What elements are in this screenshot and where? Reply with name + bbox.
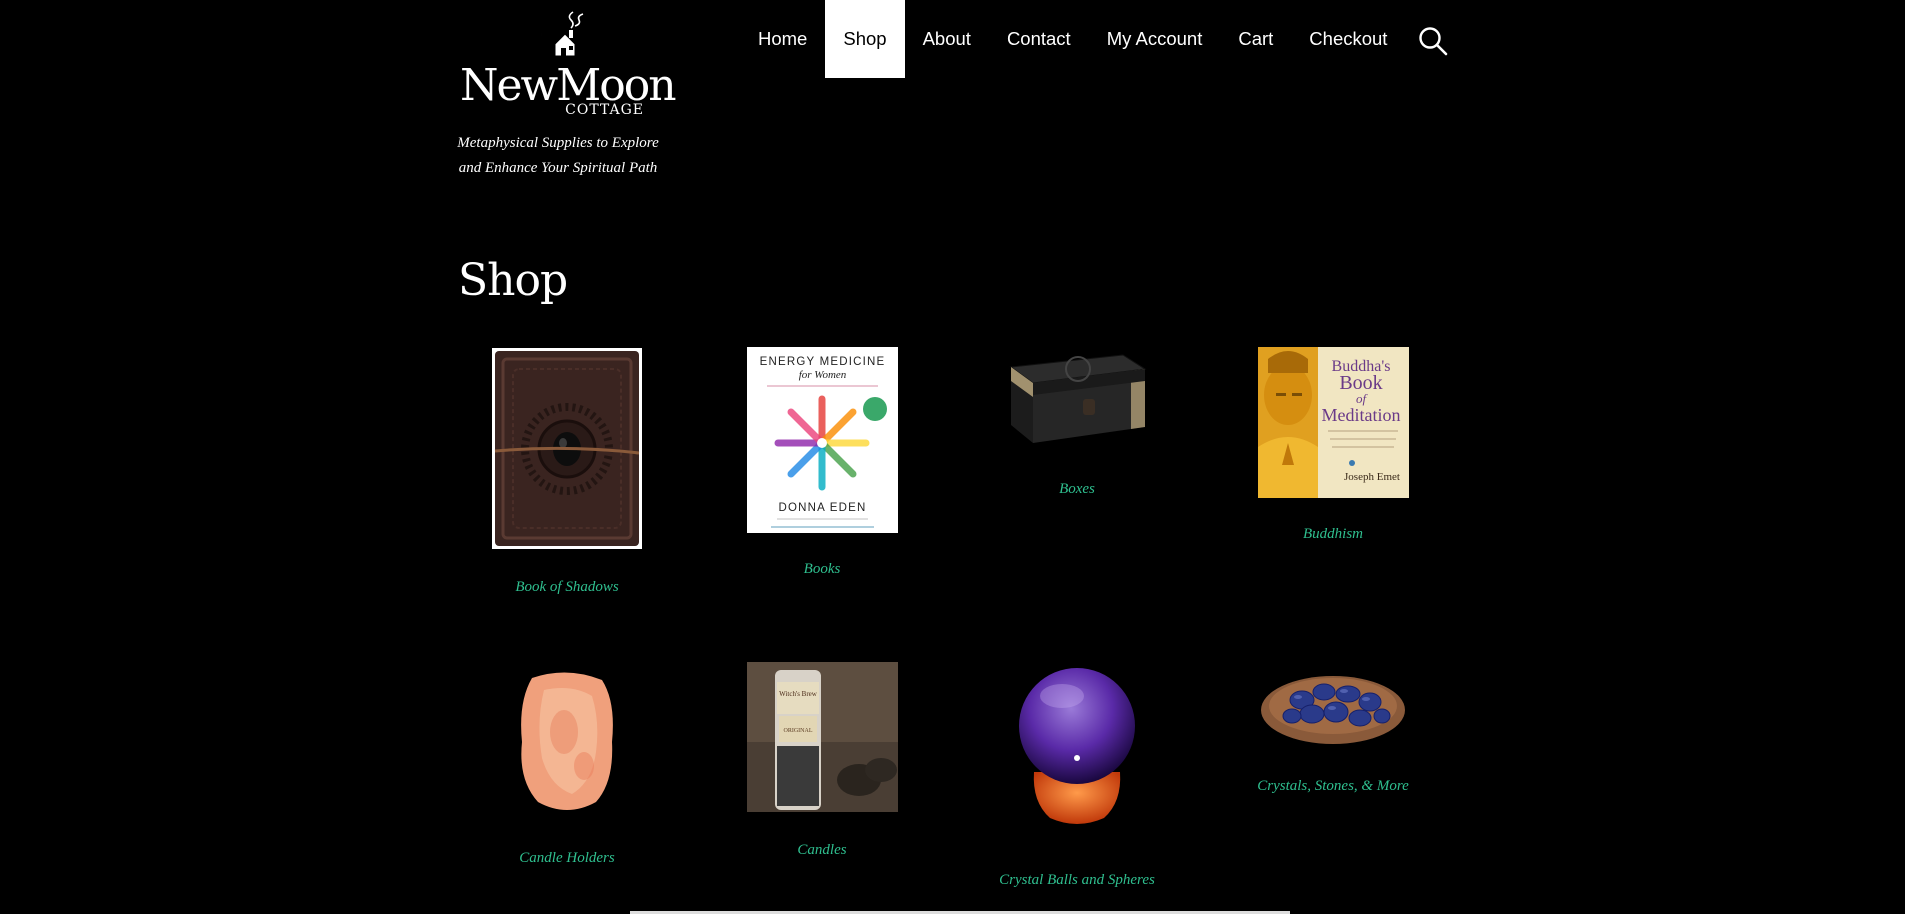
nav-home[interactable]: Home [740, 0, 825, 78]
page-title: Shop [458, 255, 568, 306]
nav-about[interactable]: About [905, 0, 989, 78]
nav-my-account[interactable]: My Account [1089, 0, 1221, 78]
candle-label-text: ORIGINAL [783, 728, 812, 734]
category-label[interactable]: Buddhism [1218, 526, 1448, 543]
salt-lamp-image [521, 672, 613, 810]
category-boxes[interactable]: Boxes [962, 347, 1192, 517]
site-tagline: Metaphysical Supplies to Explore and Enh… [457, 135, 659, 176]
category-crystals-stones[interactable]: Crystals, Stones, & More [1218, 662, 1448, 812]
book-subtitle-text: for Women [798, 369, 846, 381]
nav-contact[interactable]: Contact [989, 0, 1089, 78]
category-candle-holders[interactable]: Candle Holders [452, 662, 682, 872]
category-label[interactable]: Candle Holders [452, 850, 682, 867]
category-buddhism[interactable]: Buddha's Book of Meditation Joseph Emet … [1218, 347, 1448, 557]
category-label[interactable]: Crystals, Stones, & More [1218, 778, 1448, 795]
category-crystal-balls[interactable]: Crystal Balls and Spheres [962, 662, 1192, 888]
book-title-text: Meditation [1321, 405, 1400, 425]
buddha-book-image: Buddha's Book of Meditation Joseph Emet [1257, 347, 1409, 498]
search-icon [1419, 27, 1448, 56]
category-label[interactable]: Candles [707, 842, 937, 859]
energy-medicine-book-image: ENERGY MEDICINE for Women DONNA EDEN [746, 347, 898, 533]
category-books[interactable]: ENERGY MEDICINE for Women DONNA EDEN Boo… [707, 347, 937, 587]
leather-journal-image [492, 348, 642, 549]
candle-label-text: Witch's Brew [779, 690, 818, 698]
search-button[interactable] [1418, 26, 1448, 56]
jar-candle-image: Witch's Brew ORIGINAL [746, 662, 898, 812]
book-author-text: DONNA EDEN [778, 502, 866, 514]
book-author-text: Joseph Emet [1344, 471, 1400, 483]
category-label[interactable]: Books [707, 561, 937, 578]
carved-box-image [1009, 354, 1147, 443]
category-book-of-shadows[interactable]: Book of Shadows [452, 347, 682, 607]
category-label[interactable]: Book of Shadows [452, 579, 682, 596]
logo-wordmark: NewMoon [460, 60, 677, 111]
crystal-ball-image [1019, 668, 1135, 824]
site-logo[interactable]: NewMoon COTTAGE [460, 10, 677, 118]
nav-shop[interactable]: Shop [825, 0, 905, 78]
category-label[interactable]: Crystal Balls and Spheres [962, 872, 1192, 889]
category-candles[interactable]: Witch's Brew ORIGINAL Candles [707, 662, 937, 862]
nav-checkout[interactable]: Checkout [1291, 0, 1405, 78]
main-nav: Home Shop About Contact My Account Cart … [740, 0, 1405, 78]
book-title-text: ENERGY MEDICINE [759, 356, 885, 368]
nav-cart[interactable]: Cart [1220, 0, 1291, 78]
category-label[interactable]: Boxes [962, 481, 1192, 498]
tumbled-stones-image [1261, 676, 1405, 744]
